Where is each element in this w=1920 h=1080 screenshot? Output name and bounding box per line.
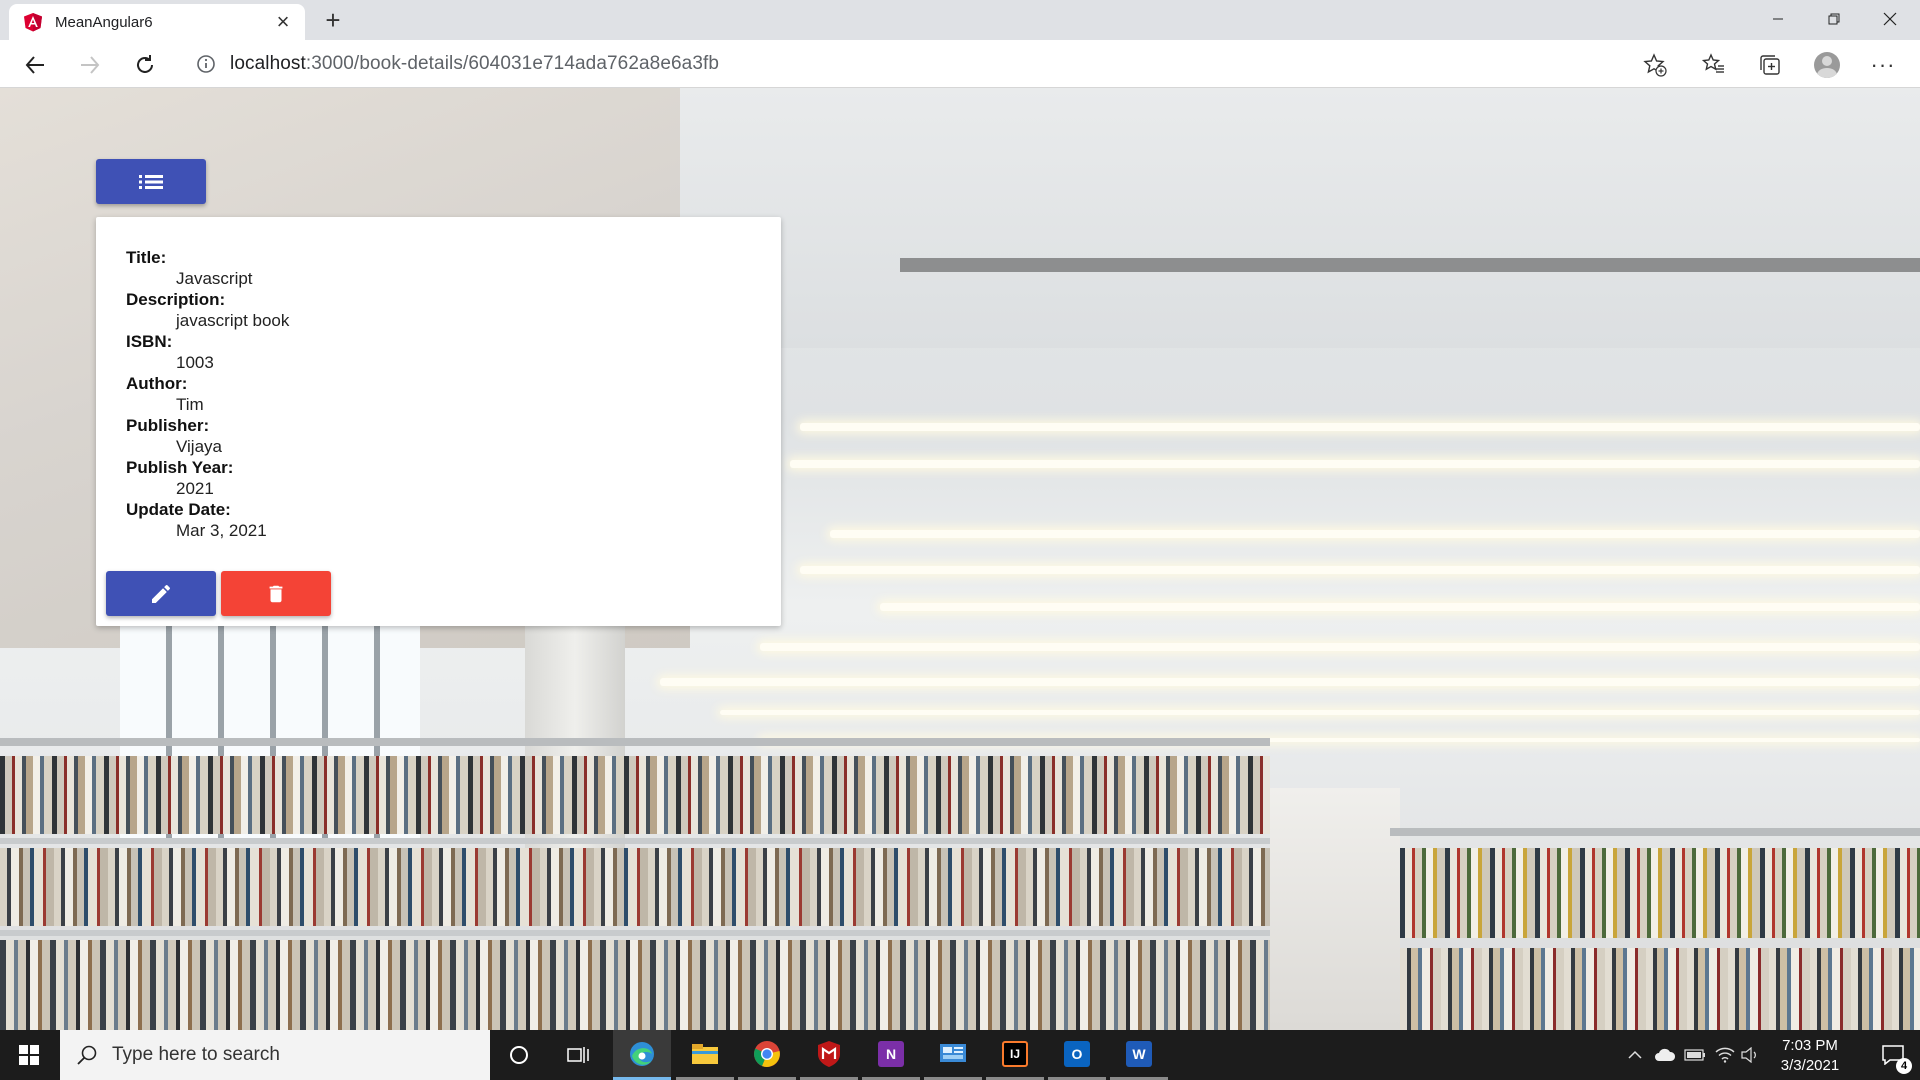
clock-time: 7:03 PM xyxy=(1782,1037,1838,1054)
folder-icon xyxy=(692,1043,718,1064)
url-host: localhost xyxy=(230,53,306,74)
angular-icon xyxy=(24,13,42,32)
tab-title: MeanAngular6 xyxy=(55,13,153,31)
minimize-icon xyxy=(1773,18,1783,20)
taskbar-onenote[interactable]: N xyxy=(862,1030,920,1080)
info-icon[interactable] xyxy=(196,54,216,74)
book-details-card: Title: Javascript Description: javascrip… xyxy=(96,217,781,626)
arrow-right-icon xyxy=(81,56,100,74)
book-list-button[interactable] xyxy=(96,159,206,204)
taskbar-search[interactable]: Type here to search xyxy=(60,1030,490,1080)
description-label: Description: xyxy=(126,290,226,309)
speaker-icon xyxy=(1741,1047,1756,1063)
task-view-button[interactable] xyxy=(550,1030,608,1080)
arrow-left-icon xyxy=(25,56,44,74)
edge-icon xyxy=(630,1041,654,1066)
taskbar-file-explorer[interactable] xyxy=(676,1030,734,1080)
update-date-value: Mar 3, 2021 xyxy=(176,521,267,540)
cortana-icon xyxy=(510,1046,528,1064)
delete-button[interactable] xyxy=(221,571,331,616)
notification-count: 4 xyxy=(1896,1058,1912,1074)
pencil-icon xyxy=(152,584,171,603)
battery-icon xyxy=(1684,1049,1705,1061)
forward-button[interactable] xyxy=(73,48,107,82)
author-value: Tim xyxy=(176,395,204,414)
avatar xyxy=(1814,52,1840,78)
taskbar-clock[interactable]: 7:03 PM 3/3/2021 xyxy=(1760,1036,1860,1076)
restore-icon xyxy=(1828,13,1840,25)
close-tab-icon[interactable]: × xyxy=(269,8,297,36)
wifi-tray[interactable] xyxy=(1710,1030,1740,1080)
title-label: Title: xyxy=(126,248,167,267)
browser-toolbar: localhost:3000/book-details/604031e714ad… xyxy=(0,40,1920,88)
action-center-button[interactable]: 4 xyxy=(1866,1030,1920,1080)
cortana-button[interactable] xyxy=(490,1030,548,1080)
edit-button[interactable] xyxy=(106,571,216,616)
taskbar-control-panel[interactable] xyxy=(924,1030,982,1080)
add-favorite-button[interactable] xyxy=(1638,48,1672,82)
collections-icon xyxy=(1760,55,1780,75)
taskbar-outlook[interactable]: O xyxy=(1048,1030,1106,1080)
new-tab-button[interactable]: + xyxy=(318,5,348,35)
list-icon xyxy=(139,174,163,189)
trash-icon xyxy=(269,585,283,602)
more-icon[interactable]: ··· xyxy=(1866,48,1900,82)
publisher-label: Publisher: xyxy=(126,416,210,435)
onedrive-tray[interactable] xyxy=(1650,1030,1680,1080)
windows-taskbar: Type here to search N IJ O W 7:03 PM 3/3… xyxy=(0,1030,1920,1080)
star-plus-icon xyxy=(1643,53,1667,77)
url-path: :3000/book-details/604031e714ada762a8e6a… xyxy=(305,53,720,74)
update-date-label: Update Date: xyxy=(126,500,231,519)
back-button[interactable] xyxy=(18,48,52,82)
chrome-icon xyxy=(754,1040,780,1067)
url-text: localhost:3000/book-details/604031e714ad… xyxy=(230,53,719,75)
collections-button[interactable] xyxy=(1753,48,1787,82)
show-hidden-icons[interactable] xyxy=(1620,1030,1650,1080)
battery-tray[interactable] xyxy=(1680,1030,1710,1080)
restore-button[interactable] xyxy=(1806,0,1862,38)
close-window-button[interactable] xyxy=(1862,0,1918,38)
onenote-icon: N xyxy=(878,1040,904,1067)
close-icon xyxy=(1883,12,1897,26)
taskbar-edge[interactable] xyxy=(613,1030,671,1080)
task-view-icon xyxy=(567,1047,589,1063)
search-icon xyxy=(77,1045,97,1065)
mcafee-icon xyxy=(818,1040,840,1067)
title-value: Javascript xyxy=(176,269,253,288)
taskbar-chrome[interactable] xyxy=(738,1030,796,1080)
publish-year-label: Publish Year: xyxy=(126,458,234,477)
start-button[interactable] xyxy=(0,1030,58,1080)
address-field[interactable]: localhost:3000/book-details/604031e714ad… xyxy=(180,46,1680,82)
isbn-value: 1003 xyxy=(176,353,214,372)
taskbar-intellij[interactable]: IJ xyxy=(986,1030,1044,1080)
publisher-value: Vijaya xyxy=(176,437,222,456)
taskbar-mcafee[interactable] xyxy=(800,1030,858,1080)
reload-icon xyxy=(137,55,153,73)
reload-button[interactable] xyxy=(128,48,162,82)
browser-tab[interactable]: MeanAngular6 × xyxy=(9,4,305,40)
wifi-icon xyxy=(1715,1047,1735,1063)
control-panel-icon xyxy=(940,1043,966,1062)
intellij-icon: IJ xyxy=(1002,1040,1028,1067)
profile-button[interactable] xyxy=(1810,48,1844,82)
favorites-icon xyxy=(1702,53,1724,73)
windows-icon xyxy=(19,1045,39,1065)
chevron-up-icon xyxy=(1628,1050,1642,1059)
clock-date: 3/3/2021 xyxy=(1780,1057,1840,1074)
word-icon: W xyxy=(1126,1040,1152,1067)
browser-tabbar: MeanAngular6 × + xyxy=(0,0,1920,40)
book-fields: Title: Javascript Description: javascrip… xyxy=(126,247,289,541)
minimize-button[interactable] xyxy=(1750,0,1806,38)
favorites-button[interactable] xyxy=(1697,48,1731,82)
page-viewport: Title: Javascript Description: javascrip… xyxy=(0,88,1920,1030)
volume-tray[interactable] xyxy=(1738,1030,1762,1080)
search-placeholder: Type here to search xyxy=(112,1044,280,1065)
isbn-label: ISBN: xyxy=(126,332,173,351)
outlook-icon: O xyxy=(1064,1040,1090,1067)
author-label: Author: xyxy=(126,374,188,393)
cloud-icon xyxy=(1655,1048,1676,1061)
taskbar-word[interactable]: W xyxy=(1110,1030,1168,1080)
publish-year-value: 2021 xyxy=(176,479,214,498)
description-value: javascript book xyxy=(176,311,290,330)
